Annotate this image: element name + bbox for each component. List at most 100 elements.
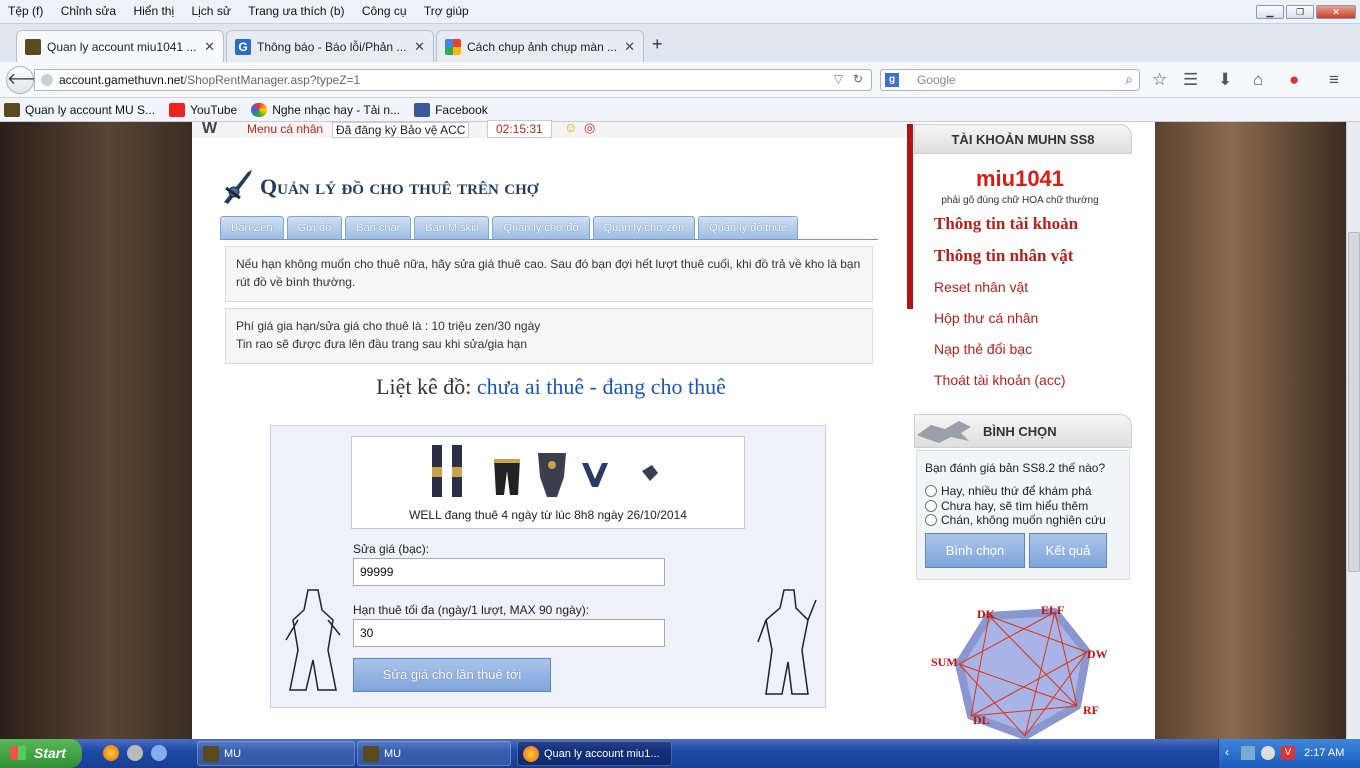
topup-link[interactable]: Nạp thẻ đổi bạc — [934, 341, 1032, 357]
tab-send-item[interactable]: Gửi đồ — [286, 216, 343, 239]
diagram-label-dk: DK — [977, 607, 996, 621]
vertical-scrollbar[interactable] — [1346, 122, 1360, 739]
tab-sell-char[interactable]: Bán char — [345, 216, 412, 239]
g-site-icon: G — [235, 38, 251, 55]
firefox-icon[interactable] — [103, 745, 119, 761]
media-icon[interactable] — [151, 745, 167, 761]
tab-rent-items[interactable]: Quản lý đồ thuê — [698, 216, 798, 239]
browser-tab-active[interactable]: Quan ly account miu1041 ... ✕ — [16, 30, 224, 62]
bookmark-star-icon[interactable]: ☆ — [1152, 70, 1167, 90]
character-info-link[interactable]: Thông tin nhân vật — [934, 246, 1073, 266]
user-strip: W Menu cá nhân Đã đăng ký Bảo vệ ACC 02:… — [192, 120, 912, 138]
info-text: Nếu hạn không muốn cho thuê nữa, hãy sửa… — [236, 257, 861, 289]
menu-history[interactable]: Lịch sử — [184, 0, 237, 18]
radio-button[interactable] — [925, 485, 937, 497]
search-icon[interactable]: ⌕ — [1125, 71, 1133, 88]
tab-item-market[interactable]: Quản lý chợ đồ — [492, 216, 590, 239]
close-tab-icon[interactable]: ✕ — [624, 39, 635, 55]
info-box: Nếu hạn không muốn cho thuê nữa, hãy sửa… — [225, 246, 873, 302]
close-window-button[interactable]: ✕ — [1316, 5, 1356, 19]
download-icon[interactable]: ⬇ — [1218, 70, 1232, 90]
bookmark-mu[interactable]: Quan ly account MU S... — [0, 102, 155, 117]
google-search-icon: g — [885, 73, 899, 87]
tab-zen-market[interactable]: Quản lý chợ zen — [592, 216, 696, 239]
reload-icon[interactable]: ↻ — [853, 72, 863, 86]
price-label: Sửa giá (bạc): — [353, 542, 430, 556]
scroll-thumb[interactable] — [1348, 232, 1360, 572]
mu-game-icon — [203, 746, 219, 762]
browser-tab[interactable]: G Thông báo - Báo lỗi/Phản ... ✕ — [226, 30, 434, 62]
username: miu1041 — [975, 166, 1065, 191]
dropdown-arrow-icon[interactable]: ▽ — [834, 72, 843, 86]
bookmarks-list-icon[interactable]: ☰ — [1183, 70, 1198, 90]
url-bar[interactable]: account.gamethuvn.net/ShopRentManager.as… — [34, 69, 872, 91]
vote-button[interactable]: Bình chọn — [925, 533, 1025, 568]
new-tab-button[interactable]: + — [652, 34, 663, 55]
radio-button[interactable] — [925, 500, 937, 512]
tray-expand-icon[interactable]: ‹ — [1225, 745, 1229, 759]
boots-icon — [432, 445, 462, 497]
menu-bookmarks[interactable]: Trang ưa thích (b) — [241, 0, 351, 18]
back-button[interactable]: 🡐 — [6, 66, 50, 94]
vote-question: Bạn đánh giá bản SS8.2 thế nào? — [925, 461, 1106, 475]
globe-icon — [41, 74, 53, 86]
mu-game-icon — [25, 38, 41, 55]
close-tab-icon[interactable]: ✕ — [414, 39, 425, 55]
tab-sell-mskill[interactable]: Bán M.skill — [414, 216, 490, 239]
logout-link[interactable]: Thoát tài khoản (acc) — [934, 372, 1066, 388]
menu-bar: Tệp (f) Chỉnh sửa Hiển thị Lịch sử Trang… — [0, 0, 1360, 24]
menu-edit[interactable]: Chỉnh sửa — [54, 0, 123, 18]
bookmark-music[interactable]: Nghe nhạc hay - Tải n... — [247, 102, 400, 117]
search-bar[interactable]: g Google ⌕ — [880, 69, 1140, 91]
tab-sell-zen[interactable]: Bán Zen — [220, 216, 284, 239]
reset-character-link[interactable]: Reset nhân vật — [934, 279, 1028, 295]
minimize-button[interactable]: ▁ — [1256, 5, 1284, 19]
vote-option[interactable]: Chán, không muốn nghiên cứu — [925, 513, 1106, 527]
menu-icon[interactable]: ≡ — [1329, 70, 1339, 90]
warrior-sketch-right — [757, 589, 817, 695]
list-prefix: Liệt kê đồ: — [376, 374, 472, 399]
inbox-link[interactable]: Hộp thư cá nhân — [934, 310, 1038, 326]
price-input[interactable]: 99999 — [353, 558, 665, 586]
update-price-button[interactable]: Sửa giá cho lần thuê tới — [353, 658, 551, 692]
taskbar-task[interactable]: MU — [197, 741, 355, 766]
page-background-right — [1155, 122, 1346, 739]
bookmark-facebook[interactable]: Facebook — [410, 102, 488, 117]
taskbar-task-active[interactable]: Quan ly account miu1... — [517, 741, 672, 766]
menu-file[interactable]: Tệp (f) — [0, 0, 50, 18]
antivirus-icon[interactable]: V — [1281, 746, 1295, 760]
search-placeholder: Google — [917, 73, 956, 87]
pants-icon — [494, 459, 520, 495]
tab-strip: Quan ly account miu1041 ... ✕ G Thông bá… — [0, 24, 1360, 62]
radio-button[interactable] — [925, 514, 937, 526]
vote-option[interactable]: Hay, nhiều thứ để khám phá — [925, 484, 1092, 498]
menu-view[interactable]: Hiển thị — [126, 0, 181, 18]
volume-icon[interactable] — [1261, 746, 1275, 760]
network-icon[interactable] — [1241, 746, 1255, 760]
renting-link[interactable]: đang cho thuê — [602, 374, 725, 399]
account-header: TÀI KHOẢN MUHN SS8 — [914, 124, 1132, 154]
account-info-link[interactable]: Thông tin tài khoản — [934, 214, 1078, 234]
item-description: WELL đang thuê 4 ngày từ lúc 8h8 ngày 26… — [409, 508, 687, 522]
menu-help[interactable]: Trợ giúp — [417, 0, 476, 18]
target-icon[interactable]: ◎ — [584, 120, 595, 136]
start-button[interactable]: Start — [0, 739, 82, 768]
personal-menu-link[interactable]: Menu cá nhân — [247, 122, 323, 136]
close-tab-icon[interactable]: ✕ — [204, 39, 215, 55]
addon-icon[interactable]: ● — [1289, 70, 1299, 90]
menu-tools[interactable]: Công cụ — [355, 0, 414, 18]
bookmark-youtube[interactable]: YouTube — [165, 102, 237, 117]
browser-tab[interactable]: Cách chụp ảnh chụp màn ... ✕ — [436, 30, 644, 62]
taskbar-task[interactable]: MU — [357, 741, 511, 766]
results-button[interactable]: Kết quả — [1029, 533, 1107, 568]
sword-emblem-icon — [224, 170, 252, 204]
home-icon[interactable]: ⌂ — [1253, 70, 1263, 90]
not-rented-link[interactable]: chưa ai thuê — [477, 374, 584, 399]
days-input[interactable]: 30 — [353, 619, 665, 647]
gloves-icon — [582, 463, 608, 487]
vote-option[interactable]: Chưa hay, sẽ tìm hiểu thêm — [925, 499, 1088, 513]
smiley-icon[interactable]: ☺ — [564, 120, 577, 135]
refresh-quicklaunch-icon[interactable] — [127, 745, 143, 761]
restore-button[interactable]: ❐ — [1286, 5, 1314, 19]
class-cycle-diagram: DK ELF DW RF DL SUM — [931, 603, 1108, 739]
